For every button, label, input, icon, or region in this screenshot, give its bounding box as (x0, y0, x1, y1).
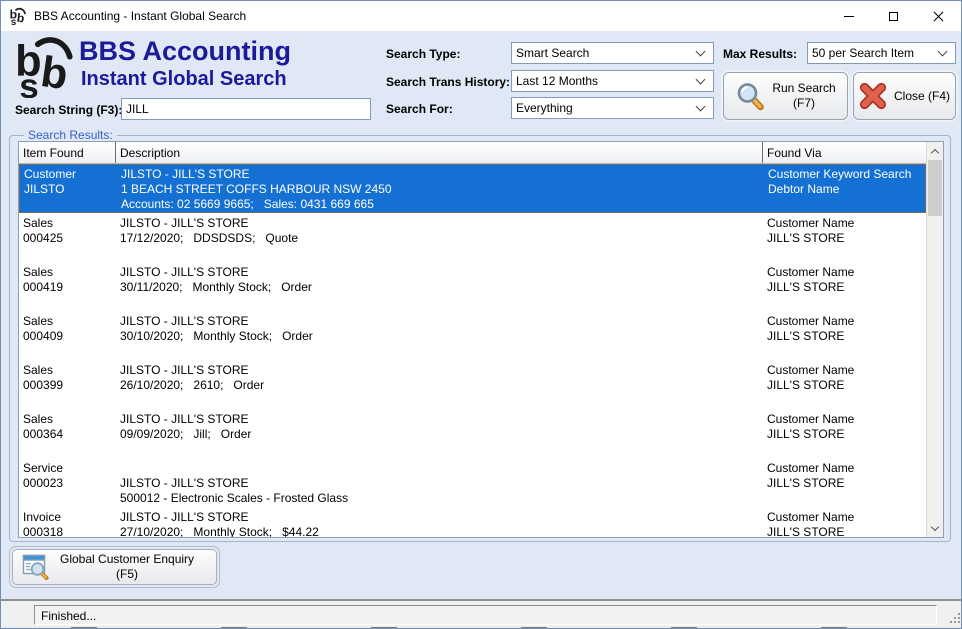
description-cell: JILSTO - JILL'S STORE1 BEACH STREET COFF… (117, 167, 764, 212)
chevron-down-icon (696, 102, 706, 112)
item-found-cell: CustomerJILSTO (20, 167, 117, 212)
scrollbar-up-icon[interactable] (927, 142, 943, 159)
description-cell: JILSTO - JILL'S STORE500012 - Electronic… (116, 461, 763, 507)
brand-subtitle: Instant Global Search (81, 68, 287, 91)
table-row[interactable]: Sales000419JILSTO - JILL'S STORE30/11/20… (19, 262, 926, 311)
table-row[interactable]: Sales000425JILSTO - JILL'S STORE17/12/20… (19, 213, 926, 262)
table-row[interactable]: Sales000364JILSTO - JILL'S STORE09/09/20… (19, 409, 926, 458)
found-via-cell: Customer NameJILL'S STORE (763, 216, 926, 262)
minimize-icon[interactable] (826, 1, 871, 31)
item-found-cell: Service000023 (19, 461, 116, 507)
svg-text:s: s (19, 67, 39, 98)
svg-text:b: b (16, 11, 25, 25)
trans-history-dropdown[interactable]: Last 12 Months (511, 70, 714, 92)
table-row[interactable]: CustomerJILSTOJILSTO - JILL'S STORE1 BEA… (19, 164, 926, 213)
item-found-cell: Sales000419 (19, 265, 116, 311)
search-results-group: Search Results: Item Found Description F… (9, 135, 951, 542)
item-found-cell: Sales000364 (19, 412, 116, 458)
table-row[interactable]: Sales000399JILSTO - JILL'S STORE26/10/20… (19, 360, 926, 409)
magnifier-icon (735, 81, 765, 111)
enquiry-label-line1: Global Customer Enquiry (60, 552, 194, 567)
search-for-dropdown[interactable]: Everything (511, 97, 714, 119)
run-search-label-line1: Run Search (772, 81, 835, 96)
item-found-cell: Sales000399 (19, 363, 116, 409)
app-logo-icon: b s b (9, 7, 27, 25)
status-bar: Finished... (1, 599, 962, 627)
close-button-label: Close (F4) (894, 89, 950, 104)
table-row[interactable]: Service000023 JILSTO - JILL'S STORE50001… (19, 458, 926, 507)
search-string-input[interactable] (121, 98, 371, 120)
brand-title: BBS Accounting (79, 36, 291, 67)
bbs-logo-icon: b s b (13, 34, 77, 98)
description-cell: JILSTO - JILL'S STORE09/09/2020; Jill; O… (116, 412, 763, 458)
scrollbar-down-icon[interactable] (927, 520, 943, 537)
description-cell: JILSTO - JILL'S STORE26/10/2020; 2610; O… (116, 363, 763, 409)
found-via-cell: Customer NameJILL'S STORE (763, 265, 926, 311)
results-rows: CustomerJILSTOJILSTO - JILL'S STORE1 BEA… (19, 164, 926, 537)
chevron-down-icon (938, 47, 948, 57)
table-row[interactable]: Invoice000318JILSTO - JILL'S STORE27/10/… (19, 507, 926, 537)
run-search-button[interactable]: Run Search (F7) (723, 72, 848, 120)
results-table-header: Item Found Description Found Via (19, 142, 926, 164)
search-type-label: Search Type: (386, 47, 460, 61)
item-found-cell: Sales000409 (19, 314, 116, 360)
search-for-label: Search For: (386, 102, 453, 116)
found-via-cell: Customer Keyword SearchDebtor Name (764, 167, 925, 212)
close-icon[interactable] (916, 1, 961, 31)
search-string-label: Search String (F3): (15, 103, 122, 117)
enquiry-label-line2: (F5) (60, 567, 194, 582)
column-header-found-via[interactable]: Found Via (763, 142, 926, 163)
found-via-cell: Customer NameJILL'S STORE (763, 510, 926, 537)
run-search-label-line2: (F7) (772, 96, 835, 111)
found-via-cell: Customer NameJILL'S STORE (763, 363, 926, 409)
vertical-scrollbar[interactable] (926, 142, 943, 537)
description-cell: JILSTO - JILL'S STORE27/10/2020; Monthly… (116, 510, 763, 537)
app-body: b s b BBS Accounting Instant Global Sear… (1, 31, 961, 599)
window-magnifier-icon (22, 553, 50, 581)
status-message: Finished... (34, 605, 937, 625)
title-bar: b s b BBS Accounting - Instant Global Se… (1, 1, 961, 31)
item-found-cell: Sales000425 (19, 216, 116, 262)
chevron-down-icon (696, 75, 706, 85)
scrollbar-thumb[interactable] (928, 160, 942, 216)
results-table: Item Found Description Found Via Custome… (18, 141, 944, 538)
search-results-group-label: Search Results: (24, 128, 117, 142)
description-cell: JILSTO - JILL'S STORE30/11/2020; Monthly… (116, 265, 763, 311)
found-via-cell: Customer NameJILL'S STORE (763, 461, 926, 507)
window-title: BBS Accounting - Instant Global Search (34, 9, 246, 23)
max-results-dropdown[interactable]: 50 per Search Item (807, 42, 956, 64)
column-header-item-found[interactable]: Item Found (19, 142, 116, 163)
table-row[interactable]: Sales000409JILSTO - JILL'S STORE30/10/20… (19, 311, 926, 360)
red-x-icon (859, 82, 887, 110)
window-controls (826, 1, 961, 31)
max-results-label: Max Results: (723, 47, 797, 61)
description-cell: JILSTO - JILL'S STORE17/12/2020; DDSDSDS… (116, 216, 763, 262)
global-customer-enquiry-button[interactable]: Global Customer Enquiry (F5) (12, 549, 217, 585)
found-via-cell: Customer NameJILL'S STORE (763, 314, 926, 360)
chevron-down-icon (696, 47, 706, 57)
svg-text:b: b (38, 48, 71, 98)
column-header-description[interactable]: Description (116, 142, 763, 163)
enquiry-button-panel: Global Customer Enquiry (F5) (9, 546, 220, 588)
item-found-cell: Invoice000318 (19, 510, 116, 537)
close-button[interactable]: Close (F4) (853, 72, 956, 120)
found-via-cell: Customer NameJILL'S STORE (763, 412, 926, 458)
app-window: b s b BBS Accounting - Instant Global Se… (0, 0, 962, 629)
maximize-icon[interactable] (871, 1, 916, 31)
resize-grip[interactable] (948, 611, 960, 623)
search-type-dropdown[interactable]: Smart Search (511, 42, 714, 64)
description-cell: JILSTO - JILL'S STORE30/10/2020; Monthly… (116, 314, 763, 360)
trans-history-label: Search Trans History: (386, 75, 510, 89)
